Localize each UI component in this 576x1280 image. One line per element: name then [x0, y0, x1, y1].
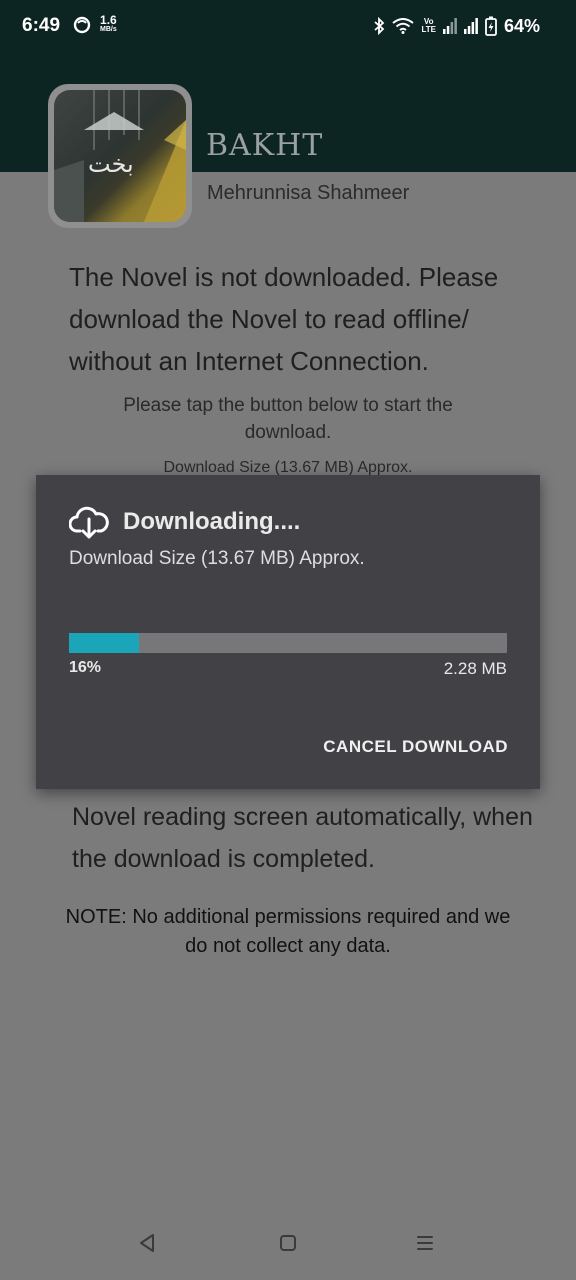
progress-percent: 16%: [69, 659, 102, 676]
book-cover: بخت: [48, 84, 192, 228]
download-progress-bar: [69, 633, 507, 653]
home-square-icon[interactable]: [273, 1228, 303, 1258]
volte-bottom: LTE: [421, 25, 436, 34]
dialog-download-size: Download Size (13.67 MB) Approx.: [69, 548, 365, 569]
not-downloaded-message: The Novel is not downloaded. Please down…: [69, 262, 499, 376]
volte-indicator: Vo LTE: [421, 18, 436, 34]
network-speed-value: 1.6: [100, 13, 117, 27]
data-saver-icon: [73, 16, 91, 34]
download-progress-fill: [69, 633, 140, 653]
status-time: 6:49: [22, 15, 61, 36]
battery-percent: 64%: [503, 15, 540, 36]
download-dialog: Downloading.... Download Size (13.67 MB)…: [36, 475, 540, 789]
status-icons: Vo LTE 64%: [373, 15, 540, 37]
cancel-download-button[interactable]: CANCEL DOWNLOAD: [323, 737, 508, 757]
privacy-note: NOTE: No additional permissions required…: [65, 906, 511, 957]
network-speed-unit: MB/s: [100, 26, 117, 33]
signal-strength-icon-2: [463, 18, 478, 34]
dialog-title: Downloading....: [123, 508, 301, 535]
cover-art: بخت: [54, 90, 186, 222]
tap-instruction: Please tap the button below to start the…: [123, 395, 453, 443]
book-cover-image: بخت: [54, 90, 186, 222]
signal-strength-icon-1: [442, 18, 457, 34]
status-bar: 6:49 1.6 MB/s Vo LTE 64%: [0, 0, 576, 52]
book-author: Mehrunnisa Shahmeer: [207, 182, 410, 204]
wifi-icon: [392, 18, 415, 34]
back-triangle-icon[interactable]: [132, 1228, 162, 1258]
book-title: BAKHT: [206, 128, 324, 163]
network-speed: 1.6 MB/s: [100, 14, 117, 34]
cloud-download-icon: [69, 506, 109, 539]
bluetooth-icon: [374, 17, 385, 35]
downloaded-amount: 2.28 MB: [443, 659, 507, 678]
battery-charging-icon: [485, 16, 497, 36]
menu-lines-icon[interactable]: [410, 1228, 440, 1258]
navigation-bar: [0, 1206, 576, 1280]
auto-open-message: Novel reading screen automatically, when…: [72, 803, 533, 873]
cover-calligraphy: بخت: [88, 150, 134, 178]
